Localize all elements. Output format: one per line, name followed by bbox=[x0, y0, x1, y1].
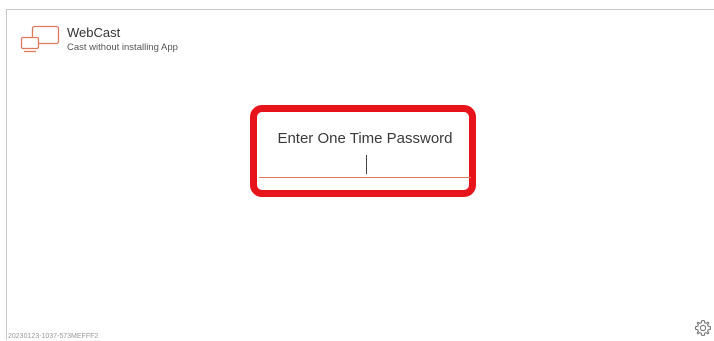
cast-screens-icon bbox=[20, 25, 60, 53]
text-caret bbox=[366, 155, 367, 174]
otp-label: Enter One Time Password bbox=[277, 130, 453, 147]
otp-highlight-box bbox=[250, 105, 476, 197]
app-title: WebCast bbox=[67, 25, 121, 40]
otp-input[interactable] bbox=[259, 152, 471, 178]
app-subtitle: Cast without installing App bbox=[67, 42, 178, 53]
gear-icon[interactable] bbox=[693, 318, 713, 338]
